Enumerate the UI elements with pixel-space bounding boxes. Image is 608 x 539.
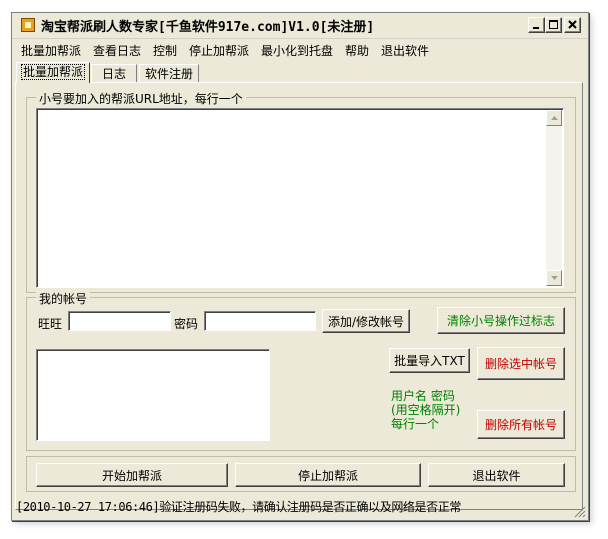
maximize-icon	[549, 20, 558, 29]
window-title: 淘宝帮派刷人数专家[千鱼软件917e.com]V1.0[未注册]	[41, 20, 375, 35]
account-group-label: 我的帐号	[36, 290, 91, 307]
close-icon	[568, 20, 577, 29]
url-textarea[interactable]	[36, 108, 564, 288]
hint-line: (用空格隔开)	[391, 403, 461, 417]
delete-all-button[interactable]: 删除所有帐号	[477, 410, 565, 439]
delete-selected-button[interactable]: 删除选中帐号	[477, 347, 565, 380]
clear-flag-button[interactable]: 清除小号操作过标志	[437, 307, 565, 334]
batch-import-button[interactable]: 批量导入TXT	[389, 348, 470, 373]
scroll-up-button[interactable]	[546, 110, 562, 126]
stop-join-button[interactable]: 停止加帮派	[235, 463, 421, 487]
password-input[interactable]	[204, 311, 316, 331]
tab-batch-join[interactable]: 批量加帮派	[16, 62, 90, 83]
import-hint: 用户名 密码 (用空格隔开) 每行一个	[391, 389, 460, 431]
menu-minimize-tray[interactable]: 最小化到托盘	[261, 42, 333, 59]
tab-registration[interactable]: 软件注册	[139, 64, 199, 82]
close-button[interactable]	[564, 17, 581, 33]
menu-help[interactable]: 帮助	[345, 42, 369, 59]
menu-batch-join[interactable]: 批量加帮派	[21, 42, 81, 59]
scroll-down-button[interactable]	[546, 270, 562, 286]
hint-line: 用户名 密码	[391, 389, 455, 403]
menu-stop-join[interactable]: 停止加帮派	[189, 42, 249, 59]
menu-exit[interactable]: 退出软件	[381, 42, 429, 59]
menu-control[interactable]: 控制	[153, 42, 177, 59]
tab-log[interactable]: 日志	[91, 64, 137, 82]
status-bar-text: [2010-10-27 17:06:46]验证注册码失败，请确认注册码是否正确以…	[16, 500, 461, 514]
app-icon	[21, 18, 35, 32]
start-join-button[interactable]: 开始加帮派	[36, 463, 228, 487]
arrow-up-icon	[551, 116, 558, 120]
add-edit-account-button[interactable]: 添加/修改帐号	[322, 309, 410, 333]
title-bar[interactable]: 淘宝帮派刷人数专家[千鱼软件917e.com]V1.0[未注册]	[12, 13, 588, 39]
maximize-button[interactable]	[545, 17, 562, 33]
accounts-list[interactable]	[36, 349, 270, 441]
exit-button[interactable]: 退出软件	[428, 463, 565, 487]
url-scrollbar[interactable]	[546, 110, 562, 286]
minimize-icon	[533, 27, 539, 29]
password-label: 密码	[174, 317, 199, 331]
resize-grip-icon[interactable]	[574, 506, 586, 518]
minimize-button[interactable]	[528, 17, 545, 33]
arrow-down-icon	[551, 276, 558, 280]
tab-panel: 小号要加入的帮派URL地址，每行一个 我的帐号 旺旺 密码 添加/修改帐号 清除…	[15, 82, 583, 510]
app-window: 淘宝帮派刷人数专家[千鱼软件917e.com]V1.0[未注册] 批量加帮派 查…	[11, 12, 589, 521]
menu-view-log[interactable]: 查看日志	[93, 42, 141, 59]
wangwang-input[interactable]	[68, 311, 171, 331]
wangwang-label: 旺旺	[38, 317, 63, 331]
hint-line: 每行一个	[391, 417, 440, 431]
menu-bar: 批量加帮派 查看日志 控制 停止加帮派 最小化到托盘 帮助 退出软件	[12, 40, 588, 60]
url-group-label: 小号要加入的帮派URL地址，每行一个	[36, 90, 246, 107]
